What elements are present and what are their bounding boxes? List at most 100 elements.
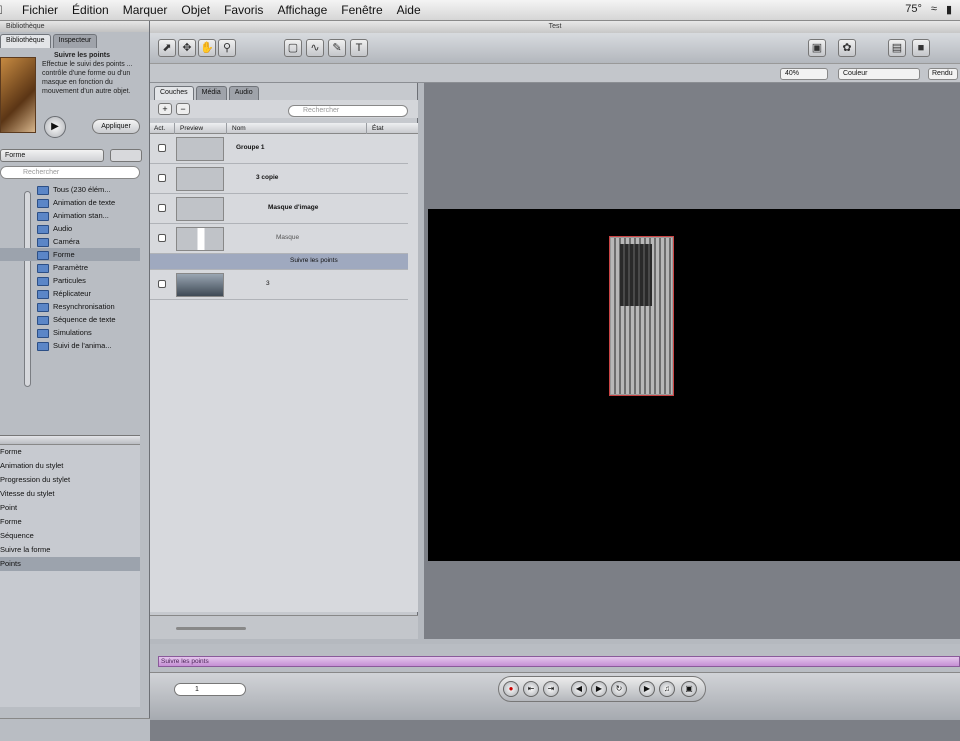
behavior-item[interactable]: Animation du stylet — [0, 459, 140, 473]
battery-icon[interactable]: ▮ — [946, 3, 952, 16]
render-select[interactable]: Rendu — [928, 68, 958, 80]
layer-name[interactable]: Masque d'image — [268, 204, 318, 211]
layer-activation-checkbox[interactable] — [158, 234, 166, 242]
record-icon[interactable]: ● — [503, 681, 519, 697]
canvas[interactable] — [428, 209, 960, 561]
tab-inspecteur[interactable]: Inspecteur — [52, 34, 98, 48]
library-item[interactable]: Suivi de l'anima... — [0, 339, 140, 352]
menu-affichage[interactable]: Affichage — [277, 3, 327, 17]
library-item[interactable]: Réplicateur — [0, 287, 140, 300]
hud-icon[interactable]: ■ — [912, 39, 930, 57]
layer-row[interactable]: Masque d'image — [150, 194, 408, 224]
layer-name[interactable]: 3 copie — [256, 174, 278, 181]
library-item[interactable]: Audio — [0, 222, 140, 235]
export-icon[interactable]: ▤ — [888, 39, 906, 57]
behavior-item[interactable]: Suivre la forme — [0, 543, 140, 557]
library-panel: Bibliothèque Bibliothèque Inspecteur Sui… — [0, 21, 150, 741]
timeline-bar[interactable]: Suivre les points — [158, 656, 960, 667]
layer-name[interactable]: Groupe 1 — [236, 144, 265, 151]
menu-aide[interactable]: Aide — [397, 3, 421, 17]
behavior-item[interactable]: Point — [0, 501, 140, 515]
transform-tool-icon[interactable]: ✥ — [178, 39, 196, 57]
column-preview[interactable]: Preview — [180, 123, 203, 134]
menu-fichier[interactable]: Fichier — [22, 3, 58, 17]
column-act[interactable]: Act. — [154, 123, 165, 134]
layer-activation-checkbox[interactable] — [158, 204, 166, 212]
menu-marquer[interactable]: Marquer — [123, 3, 168, 17]
menu-favoris[interactable]: Favoris — [224, 3, 263, 17]
play-icon[interactable]: ▶ — [591, 681, 607, 697]
tab-media[interactable]: Média — [195, 86, 227, 100]
text-tool-icon[interactable]: T — [350, 39, 368, 57]
audio-icon[interactable]: ♫ — [659, 681, 675, 697]
menu-edition[interactable]: Édition — [72, 3, 109, 17]
next-frame-icon[interactable]: ▶ — [639, 681, 655, 697]
bezier-tool-icon[interactable]: ∿ — [306, 39, 324, 57]
behavior-item[interactable]: Vitesse du stylet — [0, 487, 140, 501]
zoom-tool-icon[interactable]: ⚲ — [218, 39, 236, 57]
library-item[interactable]: Animation stan... — [0, 209, 140, 222]
behavior-item[interactable]: Forme — [0, 445, 140, 459]
pan-tool-icon[interactable]: ✋ — [198, 39, 216, 57]
layer-row[interactable]: 3 — [150, 270, 408, 300]
layer-name[interactable]: Masque — [276, 234, 299, 241]
layer-name[interactable]: 3 — [266, 280, 270, 287]
go-to-end-icon[interactable]: ⇥ — [543, 681, 559, 697]
library-item[interactable]: Animation de texte — [0, 196, 140, 209]
color-mode-select[interactable]: Couleur — [838, 68, 920, 80]
tab-audio[interactable]: Audio — [228, 86, 259, 100]
menu-objet[interactable]: Objet — [181, 3, 210, 17]
add-layer-icon[interactable]: + — [158, 103, 172, 115]
category-select[interactable]: Forme — [0, 149, 104, 162]
layers-column-header: Act. Preview Nom État — [150, 123, 418, 134]
layer-name[interactable]: Suivre les points — [290, 257, 338, 264]
fullscreen-icon[interactable]: ▣ — [681, 681, 697, 697]
loop-icon[interactable]: ↻ — [611, 681, 627, 697]
effects-icon[interactable]: ✿ — [838, 39, 856, 57]
rectangle-tool-icon[interactable]: ▢ — [284, 39, 302, 57]
apply-button[interactable]: Appliquer — [92, 119, 140, 134]
layers-search-input[interactable]: Rechercher — [288, 105, 408, 117]
menu-fenetre[interactable]: Fenêtre — [341, 3, 382, 17]
save-icon[interactable]: ▣ — [808, 39, 826, 57]
wifi-icon[interactable]: ≈ — [931, 3, 937, 16]
layer-row-selected[interactable]: Suivre les points — [150, 254, 408, 270]
paint-stroke-icon[interactable]: ✎ — [328, 39, 346, 57]
behavior-item[interactable]: Séquence — [0, 529, 140, 543]
zoom-select[interactable]: 40% — [780, 68, 828, 80]
thumbnail-size-slider[interactable] — [176, 627, 246, 630]
tab-couches[interactable]: Couches — [154, 86, 194, 100]
layer-activation-checkbox[interactable] — [158, 280, 166, 288]
layer-row[interactable]: Masque — [150, 224, 408, 254]
library-item[interactable]: Séquence de texte — [0, 313, 140, 326]
transport-bar: ● ⇤ ⇥ ◀ ▶ ↻ ▶ ♫ ▣ — [498, 676, 706, 702]
previous-frame-icon[interactable]: ◀ — [571, 681, 587, 697]
library-item[interactable]: Tous (230 élém... — [0, 183, 140, 196]
library-item[interactable]: Simulations — [0, 326, 140, 339]
layer-activation-checkbox[interactable] — [158, 174, 166, 182]
mask-region — [620, 244, 652, 306]
library-item-selected[interactable]: Forme — [0, 248, 140, 261]
toolbar: ⬈ ✥ ✋ ⚲ ▢ ∿ ✎ T ▣ ✿ ▤ ■ — [150, 33, 960, 63]
behavior-item-selected[interactable]: Points — [0, 557, 140, 571]
library-search-input[interactable]: Rechercher — [0, 166, 140, 179]
library-item[interactable]: Resynchronisation — [0, 300, 140, 313]
play-preview-button[interactable]: ▶ — [44, 116, 66, 138]
layer-row[interactable]: 3 copie — [150, 164, 408, 194]
column-etat[interactable]: État — [372, 123, 384, 134]
layer-row[interactable]: Groupe 1 — [150, 134, 408, 164]
layer-activation-checkbox[interactable] — [158, 144, 166, 152]
tab-bibliotheque[interactable]: Bibliothèque — [0, 34, 51, 48]
behavior-item[interactable]: Progression du stylet — [0, 473, 140, 487]
select-tool-icon[interactable]: ⬈ — [158, 39, 176, 57]
view-mode-buttons[interactable] — [110, 149, 142, 162]
library-item[interactable]: Paramètre — [0, 261, 140, 274]
remove-layer-icon[interactable]: − — [176, 103, 190, 115]
behavior-item[interactable]: Forme — [0, 515, 140, 529]
apple-menu-icon[interactable]:  — [0, 3, 8, 17]
go-to-start-icon[interactable]: ⇤ — [523, 681, 539, 697]
library-item[interactable]: Particules — [0, 274, 140, 287]
library-item[interactable]: Caméra — [0, 235, 140, 248]
timecode-field[interactable]: 1 — [174, 683, 246, 696]
column-nom[interactable]: Nom — [232, 123, 246, 134]
